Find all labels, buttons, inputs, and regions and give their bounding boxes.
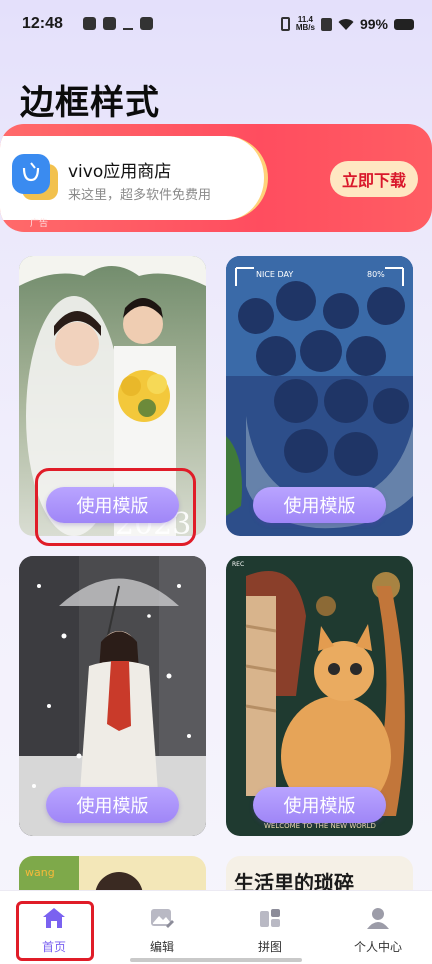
home-indicator[interactable] bbox=[130, 958, 302, 962]
network-speed: 11.4 MB/s bbox=[296, 16, 315, 32]
nav-item-profile[interactable]: 个人中心 bbox=[324, 891, 432, 964]
mail-notification-icon bbox=[140, 17, 153, 30]
ad-banner[interactable]: vivo应用商店 来这里，超多软件免费用 广告 立即下载 bbox=[0, 124, 432, 232]
download-button[interactable]: 立即下载 bbox=[330, 161, 418, 197]
app-store-logo bbox=[12, 154, 58, 200]
battery-percent: 99% bbox=[359, 16, 388, 32]
net-speed-unit: MB/s bbox=[295, 23, 315, 32]
wifi-icon bbox=[338, 18, 354, 30]
notification-icons bbox=[83, 17, 153, 30]
nav-item-edit[interactable]: 编辑 bbox=[108, 891, 216, 964]
rec-badge: REC bbox=[232, 561, 244, 568]
app-notification-icon bbox=[83, 17, 96, 30]
ad-label: 广告 bbox=[30, 219, 49, 229]
battery-icon bbox=[394, 18, 414, 30]
nav-item-puzzle[interactable]: 拼图 bbox=[216, 891, 324, 964]
bag-icon bbox=[22, 162, 40, 182]
sim-icon bbox=[320, 17, 332, 31]
template-card-blueberries[interactable]: NICE DAY 80% 使用模版 bbox=[226, 256, 413, 536]
status-time: 12:48 bbox=[22, 15, 63, 32]
nav-label-profile: 个人中心 bbox=[353, 940, 402, 954]
battery-overlay-text: 80% bbox=[367, 270, 385, 279]
ad-description: 来这里，超多软件免费用 bbox=[68, 188, 212, 203]
puzzle-icon bbox=[260, 909, 280, 927]
play-notification-icon bbox=[103, 17, 116, 30]
highlight-box-home bbox=[16, 901, 94, 961]
welcome-text: WELCOME TO THE NEW WORLD bbox=[264, 822, 376, 830]
use-template-button[interactable]: 使用模版 bbox=[253, 487, 386, 523]
nav-label-edit: 编辑 bbox=[149, 940, 174, 954]
status-bar: 12:48 11.4 MB/s 99% bbox=[0, 0, 432, 52]
nav-label-puzzle: 拼图 bbox=[257, 940, 282, 954]
ad-app-name: vivo应用商店 bbox=[68, 162, 172, 182]
highlight-box-template bbox=[35, 468, 196, 546]
edit-image-icon bbox=[151, 909, 174, 928]
use-template-button[interactable]: 使用模版 bbox=[253, 787, 386, 823]
template-card-cat[interactable]: WELCOME TO THE NEW WORLD REC 使用模版 bbox=[226, 556, 413, 836]
status-right: 11.4 MB/s 99% bbox=[280, 16, 414, 32]
wang-text: wang bbox=[25, 866, 55, 879]
use-template-button[interactable]: 使用模版 bbox=[46, 787, 179, 823]
vibrate-icon bbox=[280, 17, 290, 31]
page-title: 边框样式 bbox=[20, 83, 160, 123]
nice-day-text: NICE DAY bbox=[256, 270, 293, 279]
template-card-snow[interactable]: 使用模版 bbox=[19, 556, 206, 836]
person-icon bbox=[367, 908, 389, 929]
download-icon bbox=[123, 17, 133, 30]
